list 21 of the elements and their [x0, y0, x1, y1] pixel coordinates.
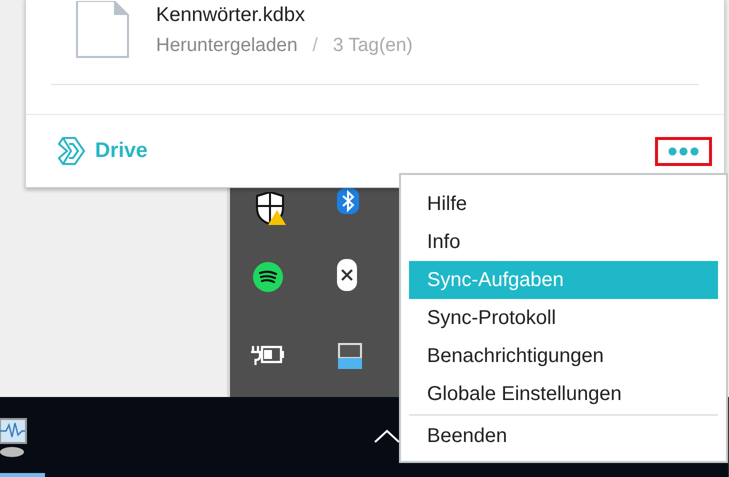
shield-warning-icon: [255, 192, 287, 226]
more-button[interactable]: [655, 136, 712, 166]
menu-item[interactable]: Beenden: [409, 417, 718, 455]
menu-item[interactable]: Hilfe: [409, 185, 718, 223]
file-status: Heruntergeladen: [156, 34, 298, 58]
menu-item[interactable]: Benachrichtigungen: [409, 337, 718, 375]
keyboard-icon: [338, 343, 362, 369]
menu-item[interactable]: Globale Einstellungen: [409, 375, 718, 413]
close-app-icon: [337, 259, 357, 291]
separator-slash: /: [312, 34, 318, 58]
active-app-indicator: [0, 473, 45, 477]
chevron-up-icon[interactable]: [374, 429, 400, 443]
drive-logo-icon: [57, 136, 87, 166]
menu-item[interactable]: Sync-Protokoll: [409, 299, 718, 337]
menu-item[interactable]: Info: [409, 223, 718, 261]
music-app-icon: [253, 262, 283, 292]
brand-name: Drive: [95, 138, 148, 164]
file-name: Kennwörter.kdbx: [156, 3, 306, 28]
file-age: 3 Tag(en): [332, 34, 413, 58]
more-icon: [668, 146, 699, 156]
monitor-icon[interactable]: [0, 415, 28, 459]
